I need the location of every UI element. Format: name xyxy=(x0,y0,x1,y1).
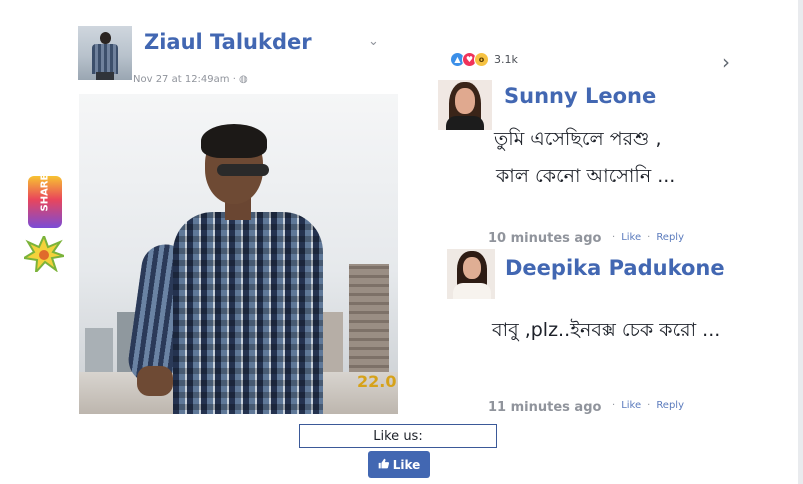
comment-actions: · Like · Reply xyxy=(612,400,685,411)
comment-text-line: কাল কেনো আসোনি ... xyxy=(496,165,676,187)
like-us-label: Like us: xyxy=(373,428,423,444)
comment-author-name[interactable]: Deepika Padukone xyxy=(505,256,725,280)
comment-like-link[interactable]: Like xyxy=(621,400,641,411)
post-author-avatar[interactable] xyxy=(78,26,132,80)
reaction-count: 3.1k xyxy=(494,53,518,66)
chevron-right-icon[interactable]: › xyxy=(722,50,730,74)
wow-reaction-icon: o xyxy=(474,52,489,67)
comment-text-line: তুমি এসেছিলে পরশু , xyxy=(494,128,662,150)
thumbs-up-icon xyxy=(378,458,389,472)
comment-actions: · Like · Reply xyxy=(612,232,685,243)
photo-date-stamp: 22.0 xyxy=(357,372,397,391)
comment-timestamp: 11 minutes ago xyxy=(488,400,602,415)
like-button-label: Like xyxy=(392,457,421,472)
comment-timestamp: 10 minutes ago xyxy=(488,231,602,246)
post-timestamp: Nov 27 at 12:49am · ◍ xyxy=(133,74,248,85)
comment-avatar[interactable] xyxy=(447,249,495,299)
post-options-chevron-icon[interactable]: ⌄ xyxy=(368,34,379,49)
comment-reply-link[interactable]: Reply xyxy=(656,400,684,411)
post-author-name[interactable]: Ziaul Talukder xyxy=(144,30,312,54)
starburst-icon xyxy=(24,236,64,272)
like-button[interactable]: Like xyxy=(368,451,430,478)
comment-avatar[interactable] xyxy=(438,80,492,130)
like-us-box: Like us: xyxy=(299,424,497,448)
comment-reply-link[interactable]: Reply xyxy=(656,232,684,243)
share-badge[interactable]: SHARE xyxy=(28,173,62,228)
reactions-summary[interactable]: ▲ ♥ o 3.1k xyxy=(450,52,518,67)
right-edge-bar xyxy=(798,0,803,484)
share-badge-label: SHARE xyxy=(39,173,51,212)
comment-author-name[interactable]: Sunny Leone xyxy=(504,84,656,108)
comment-text-line: বাবু ,plz..ইনবক্স চেক করো ... xyxy=(492,319,721,341)
comment-like-link[interactable]: Like xyxy=(621,232,641,243)
post-photo[interactable]: 22.0 xyxy=(79,94,398,414)
